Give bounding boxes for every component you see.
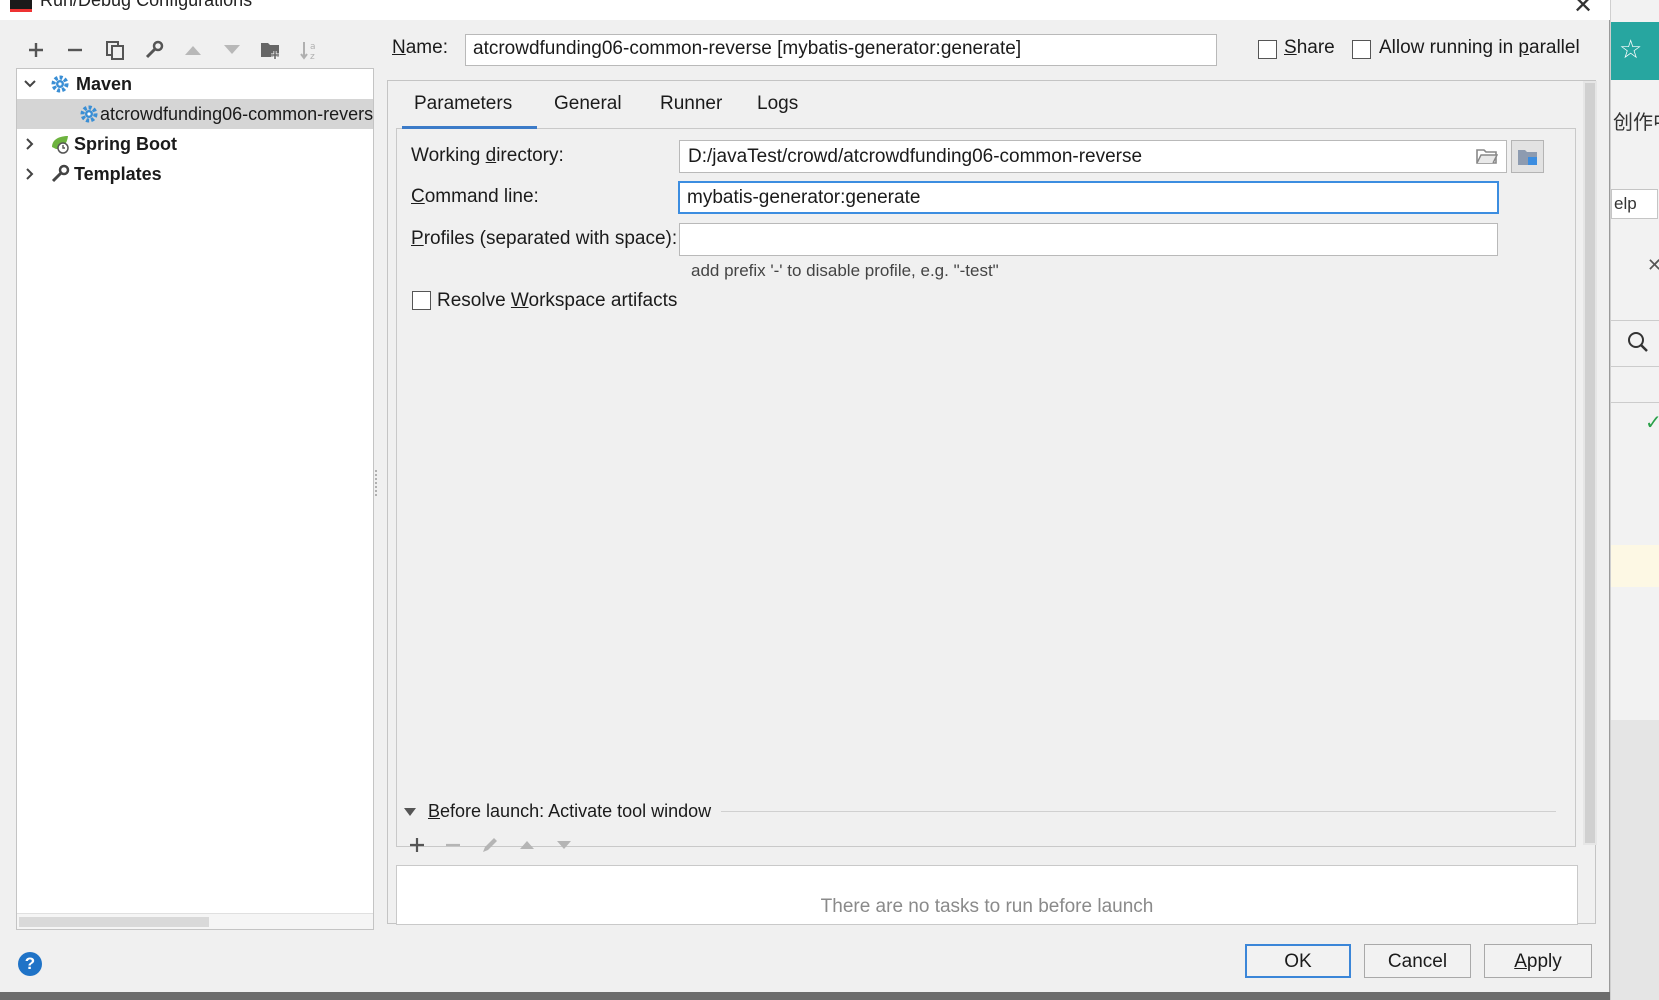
divider — [1611, 320, 1659, 321]
allow-parallel-checkbox[interactable] — [1352, 40, 1371, 59]
tree-item-label: atcrowdfunding06-common-reverse [mybatis… — [100, 103, 373, 124]
splitter-handle[interactable] — [375, 470, 379, 496]
tab-logs[interactable]: Logs — [757, 93, 798, 129]
tab-bar: Parameters General Runner Logs — [396, 81, 1576, 129]
insert-macro-icon — [1517, 149, 1537, 165]
chevron-right-icon[interactable] — [23, 137, 37, 151]
macros-button[interactable] — [1511, 140, 1544, 173]
tree-horizontal-scrollbar[interactable] — [17, 913, 373, 929]
name-input[interactable]: atcrowdfunding06-common-reverse [mybatis… — [465, 34, 1217, 66]
resolve-workspace-label: Resolve Workspace artifacts — [437, 290, 678, 311]
scrollbar-thumb[interactable] — [19, 917, 209, 927]
move-down-icon[interactable] — [220, 38, 244, 62]
background-panel — [1611, 720, 1659, 1000]
allow-parallel-label: Allow running in parallel — [1379, 37, 1580, 58]
background-help-button: elp — [1611, 189, 1658, 219]
vertical-scrollbar[interactable] — [1583, 81, 1597, 845]
ok-button[interactable]: OK — [1245, 944, 1351, 978]
profiles-hint: add prefix '-' to disable profile, e.g. … — [691, 261, 999, 280]
apply-button[interactable]: Apply — [1484, 944, 1592, 978]
tree-item-label: Maven — [76, 73, 133, 94]
cancel-button[interactable]: Cancel — [1364, 944, 1471, 978]
background-window: ☆ 创作中 elp ✕ ✓ — [1610, 0, 1659, 1000]
working-directory-label: Working directory: — [411, 145, 564, 166]
sort-icon[interactable]: az — [298, 38, 322, 62]
divider — [1611, 402, 1659, 403]
before-launch-task-list[interactable]: There are no tasks to run before launch — [396, 865, 1578, 925]
tab-general[interactable]: General — [554, 93, 622, 129]
folder-browse-icon[interactable] — [1474, 144, 1500, 168]
wrench-icon — [49, 163, 71, 185]
scrollbar-thumb[interactable] — [1585, 83, 1595, 843]
remove-icon[interactable] — [63, 38, 87, 62]
copy-icon[interactable] — [103, 38, 127, 62]
app-icon — [10, 0, 32, 12]
configurations-tree[interactable]: Maven atcrowdfunding06-common-reverse [m… — [16, 68, 374, 930]
move-task-down-icon[interactable] — [552, 833, 576, 857]
resolve-workspace-checkbox[interactable] — [412, 291, 431, 310]
chevron-right-icon[interactable] — [23, 167, 37, 181]
maven-gear-icon — [79, 103, 99, 125]
background-close-icon: ✕ — [1647, 255, 1659, 275]
collapse-triangle-icon[interactable] — [403, 807, 417, 817]
move-up-icon[interactable] — [181, 38, 205, 62]
before-launch-title: Before launch: Activate tool window — [428, 801, 712, 821]
background-label: 创作中 — [1613, 112, 1659, 134]
close-icon[interactable]: ✕ — [1573, 0, 1593, 20]
add-task-icon[interactable] — [405, 833, 429, 857]
parameters-panel: Working directory: D:/javaTest/crowd/atc… — [396, 129, 1576, 847]
edit-task-icon[interactable] — [478, 833, 502, 857]
taskbar-strip — [0, 992, 1610, 1000]
spring-boot-icon — [49, 133, 71, 155]
chevron-down-icon[interactable] — [23, 77, 37, 91]
add-icon[interactable] — [24, 38, 48, 62]
svg-text:z: z — [310, 52, 315, 61]
wrench-icon[interactable] — [142, 38, 166, 62]
move-task-up-icon[interactable] — [515, 833, 539, 857]
tree-item-maven[interactable]: Maven — [17, 69, 373, 99]
favorite-list-icon: ☆ — [1619, 34, 1643, 64]
share-label: Share — [1284, 37, 1335, 58]
tree-item-templates[interactable]: Templates — [17, 159, 373, 189]
tree-item-maven-config[interactable]: atcrowdfunding06-common-reverse [mybatis… — [17, 99, 373, 129]
check-icon: ✓ — [1645, 412, 1659, 434]
tree-item-label: Templates — [74, 163, 162, 184]
share-checkbox[interactable] — [1258, 40, 1277, 59]
run-debug-configurations-dialog: Run/Debug Configurations ✕ az Maven atcr… — [0, 0, 1610, 992]
svg-text:a: a — [310, 42, 316, 52]
title-bar: Run/Debug Configurations ✕ — [0, 0, 1610, 20]
background-highlight — [1611, 545, 1659, 587]
profiles-input[interactable] — [679, 223, 1498, 256]
working-directory-input[interactable]: D:/javaTest/crowd/atcrowdfunding06-commo… — [679, 140, 1507, 173]
tree-item-spring-boot[interactable]: Spring Boot — [17, 129, 373, 159]
divider — [721, 811, 1556, 812]
remove-task-icon[interactable] — [441, 833, 465, 857]
tab-parameters[interactable]: Parameters — [402, 93, 537, 129]
new-folder-icon[interactable] — [259, 38, 283, 62]
help-button[interactable]: ? — [18, 952, 42, 976]
tab-runner[interactable]: Runner — [660, 93, 722, 129]
search-icon — [1628, 332, 1648, 352]
name-label: Name: — [392, 37, 448, 58]
configuration-panel: Parameters General Runner Logs Working d… — [387, 80, 1597, 925]
tree-item-label: Spring Boot — [74, 133, 177, 154]
profiles-label: Profiles (separated with space): — [411, 228, 678, 249]
command-line-input[interactable]: mybatis-generator:generate — [678, 181, 1499, 214]
window-title: Run/Debug Configurations — [40, 0, 253, 10]
maven-gear-icon — [49, 73, 71, 95]
empty-tasks-text: There are no tasks to run before launch — [820, 896, 1154, 917]
command-line-label: Command line: — [411, 186, 539, 207]
divider — [1611, 366, 1659, 367]
